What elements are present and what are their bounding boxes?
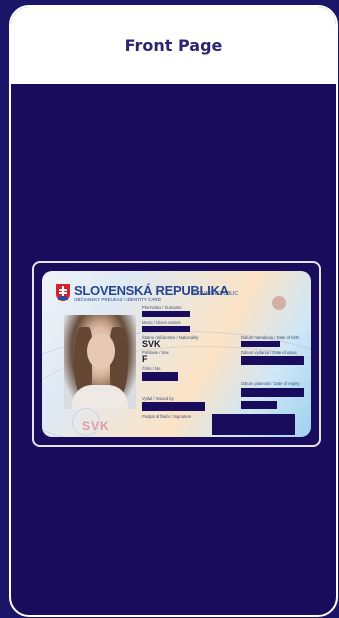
- sex-value: F: [142, 354, 148, 364]
- redacted-dob: [241, 341, 280, 347]
- issue-date-label: Dátum vydania / Date of issue: [241, 350, 297, 355]
- card-doc-type: OBČIANSKY PREUKAZ / IDENTITY CARD: [74, 297, 161, 302]
- nationality-value: SVK: [142, 339, 161, 349]
- given-names-label: Meno / Given names: [142, 320, 181, 325]
- redacted-signature: [212, 414, 295, 435]
- redacted-issue-date: [241, 356, 304, 365]
- coat-of-arms-icon: [56, 284, 70, 301]
- header-bar: Front Page: [11, 7, 336, 84]
- signature-label: Podpis držiteľa / Signature: [142, 414, 192, 419]
- redacted-issued-by: [142, 402, 205, 411]
- redacted-surname: [142, 311, 190, 317]
- redacted-doc-number: [142, 372, 178, 381]
- id-card-image: SLOVENSKÁ REPUBLIKA SLOVAK REPUBLIC OBČI…: [42, 271, 311, 437]
- dob-label: Dátum narodenia / Date of birth: [241, 335, 300, 340]
- scanner-panel: Front Page SLOVENSKÁ REPUBLIKA SLOVAK RE…: [9, 5, 338, 617]
- redacted-expiry-2: [241, 401, 277, 409]
- card-country-en: SLOVAK REPUBLIC: [192, 291, 239, 297]
- hologram-emblem-icon: [272, 296, 286, 310]
- svk-hologram-text: SVK: [82, 419, 110, 433]
- holder-photo: [64, 315, 136, 409]
- surname-label: Priezvisko / Surname: [142, 305, 182, 310]
- redacted-given-names: [142, 326, 190, 332]
- redacted-expiry: [241, 388, 304, 397]
- doc-number-label: Číslo / No.: [142, 366, 162, 371]
- scan-frame: SLOVENSKÁ REPUBLIKA SLOVAK REPUBLIC OBČI…: [32, 261, 321, 447]
- page-title: Front Page: [124, 36, 223, 55]
- issued-by-label: Vydal / Issued by: [142, 396, 174, 401]
- expiry-label: Dátum platnosti / Date of expiry: [241, 381, 300, 386]
